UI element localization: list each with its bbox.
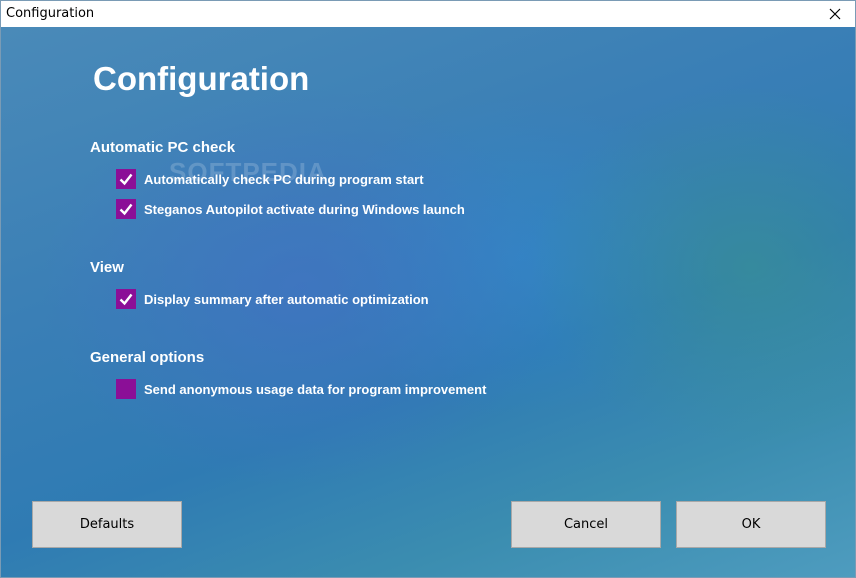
page-title: Configuration (93, 60, 310, 97)
option-check-on-start[interactable]: Automatically check PC during program st… (116, 169, 424, 189)
checkmark-icon (119, 293, 133, 306)
option-label: Steganos Autopilot activate during Windo… (144, 201, 465, 217)
checkbox[interactable] (116, 199, 136, 219)
ok-button[interactable]: OK (676, 501, 826, 548)
option-label: Automatically check PC during program st… (144, 171, 424, 187)
section-title-automatic-pc-check: Automatic PC check (90, 139, 236, 156)
section-title-general-options: General options (90, 349, 205, 366)
content-area: SOFTPEDIA Configuration Automatic PC che… (1, 27, 855, 577)
option-label: Display summary after automatic optimiza… (144, 291, 429, 307)
option-label: Send anonymous usage data for program im… (144, 381, 487, 397)
title-bar: Configuration (1, 1, 855, 27)
option-autopilot-windows-launch[interactable]: Steganos Autopilot activate during Windo… (116, 199, 465, 219)
checkmark-icon (119, 173, 133, 186)
window-title: Configuration (6, 6, 95, 21)
option-display-summary[interactable]: Display summary after automatic optimiza… (116, 289, 429, 309)
cancel-button[interactable]: Cancel (511, 501, 661, 548)
section-title-view: View (90, 259, 124, 276)
checkbox[interactable] (116, 169, 136, 189)
checkbox[interactable] (116, 289, 136, 309)
close-icon (829, 8, 841, 20)
checkbox[interactable] (116, 379, 136, 399)
defaults-button[interactable]: Defaults (32, 501, 182, 548)
option-send-usage-data[interactable]: Send anonymous usage data for program im… (116, 379, 486, 399)
checkmark-icon (119, 203, 133, 216)
close-button[interactable] (815, 1, 855, 27)
configuration-window: Configuration SOFTPEDIA Configuration Au… (0, 0, 856, 578)
